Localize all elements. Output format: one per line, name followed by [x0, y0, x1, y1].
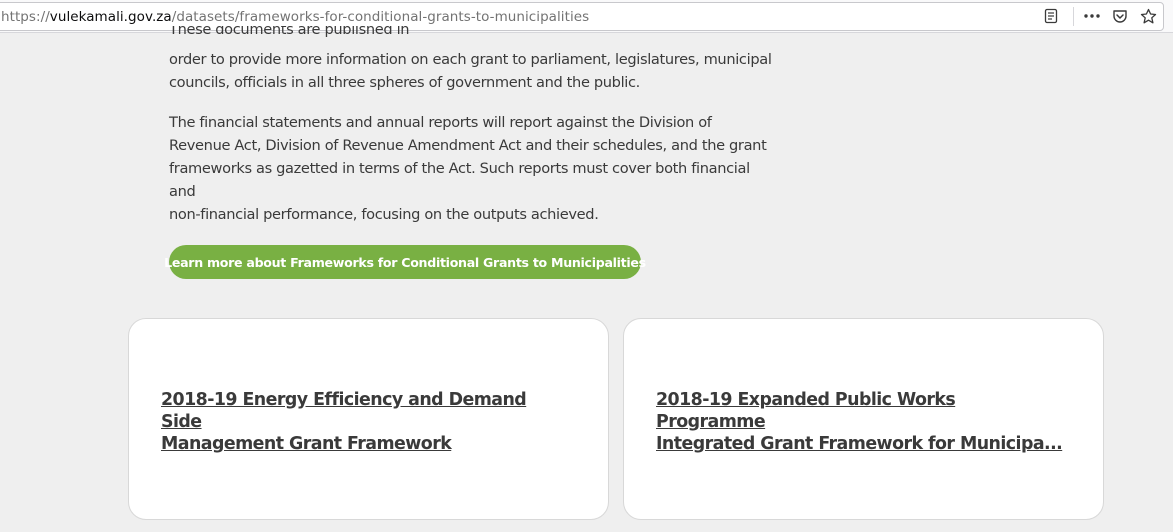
intro-paragraph-2-line-4: non-financial performance, focusing on t… — [169, 206, 599, 223]
reader-view-icon[interactable] — [1042, 7, 1060, 25]
url-text[interactable]: https://vulekamali.gov.za/datasets/frame… — [1, 9, 589, 25]
url-host: vulekamali.gov.za — [49, 9, 172, 25]
intro-paragraph-2: The financial statements and annual repo… — [169, 111, 774, 226]
card-title-line-1: 2018-19 Expanded Public Works Programme — [656, 390, 956, 432]
intro-paragraph-2-line-3: frameworks as gazetted in terms of the A… — [169, 160, 750, 200]
intro-paragraph-1: These documents are published in order t… — [169, 26, 774, 94]
pocket-icon[interactable] — [1111, 7, 1129, 25]
intro-paragraph-1-cut-line: These documents are published in — [169, 26, 774, 49]
card-title-line-1: 2018-19 Energy Efficiency and Demand Sid… — [161, 390, 527, 432]
url-path: /datasets/frameworks-for-conditional-gra… — [171, 9, 590, 25]
dataset-card[interactable]: 2018-19 Energy Efficiency and Demand Sid… — [128, 318, 609, 520]
learn-more-button[interactable]: Learn more about Frameworks for Conditio… — [164, 245, 646, 279]
intro-paragraph-1-line-2: order to provide more information on eac… — [169, 51, 772, 68]
intro-paragraph-1-cut-text: These documents are published in — [169, 26, 410, 38]
more-actions-icon[interactable] — [1083, 7, 1101, 25]
intro-paragraph-2-line-2: Revenue Act, Division of Revenue Amendme… — [169, 137, 767, 154]
dataset-card-title-link[interactable]: 2018-19 Energy Efficiency and Demand Sid… — [161, 389, 571, 455]
card-title-line-2: Integrated Grant Framework for Municipa.… — [656, 434, 1063, 454]
intro-paragraph-1-line-3: councils, officials in all three spheres… — [169, 74, 640, 91]
dataset-card[interactable]: 2018-19 Expanded Public Works Programme … — [623, 318, 1104, 520]
intro-paragraph-2-line-1: The financial statements and annual repo… — [169, 114, 712, 131]
bookmark-star-icon[interactable] — [1139, 7, 1157, 25]
url-scheme: https:// — [1, 9, 50, 25]
dataset-card-title-link[interactable]: 2018-19 Expanded Public Works Programme … — [656, 389, 1066, 455]
card-title-line-2: Management Grant Framework — [161, 434, 452, 454]
toolbar-separator — [1073, 7, 1074, 26]
